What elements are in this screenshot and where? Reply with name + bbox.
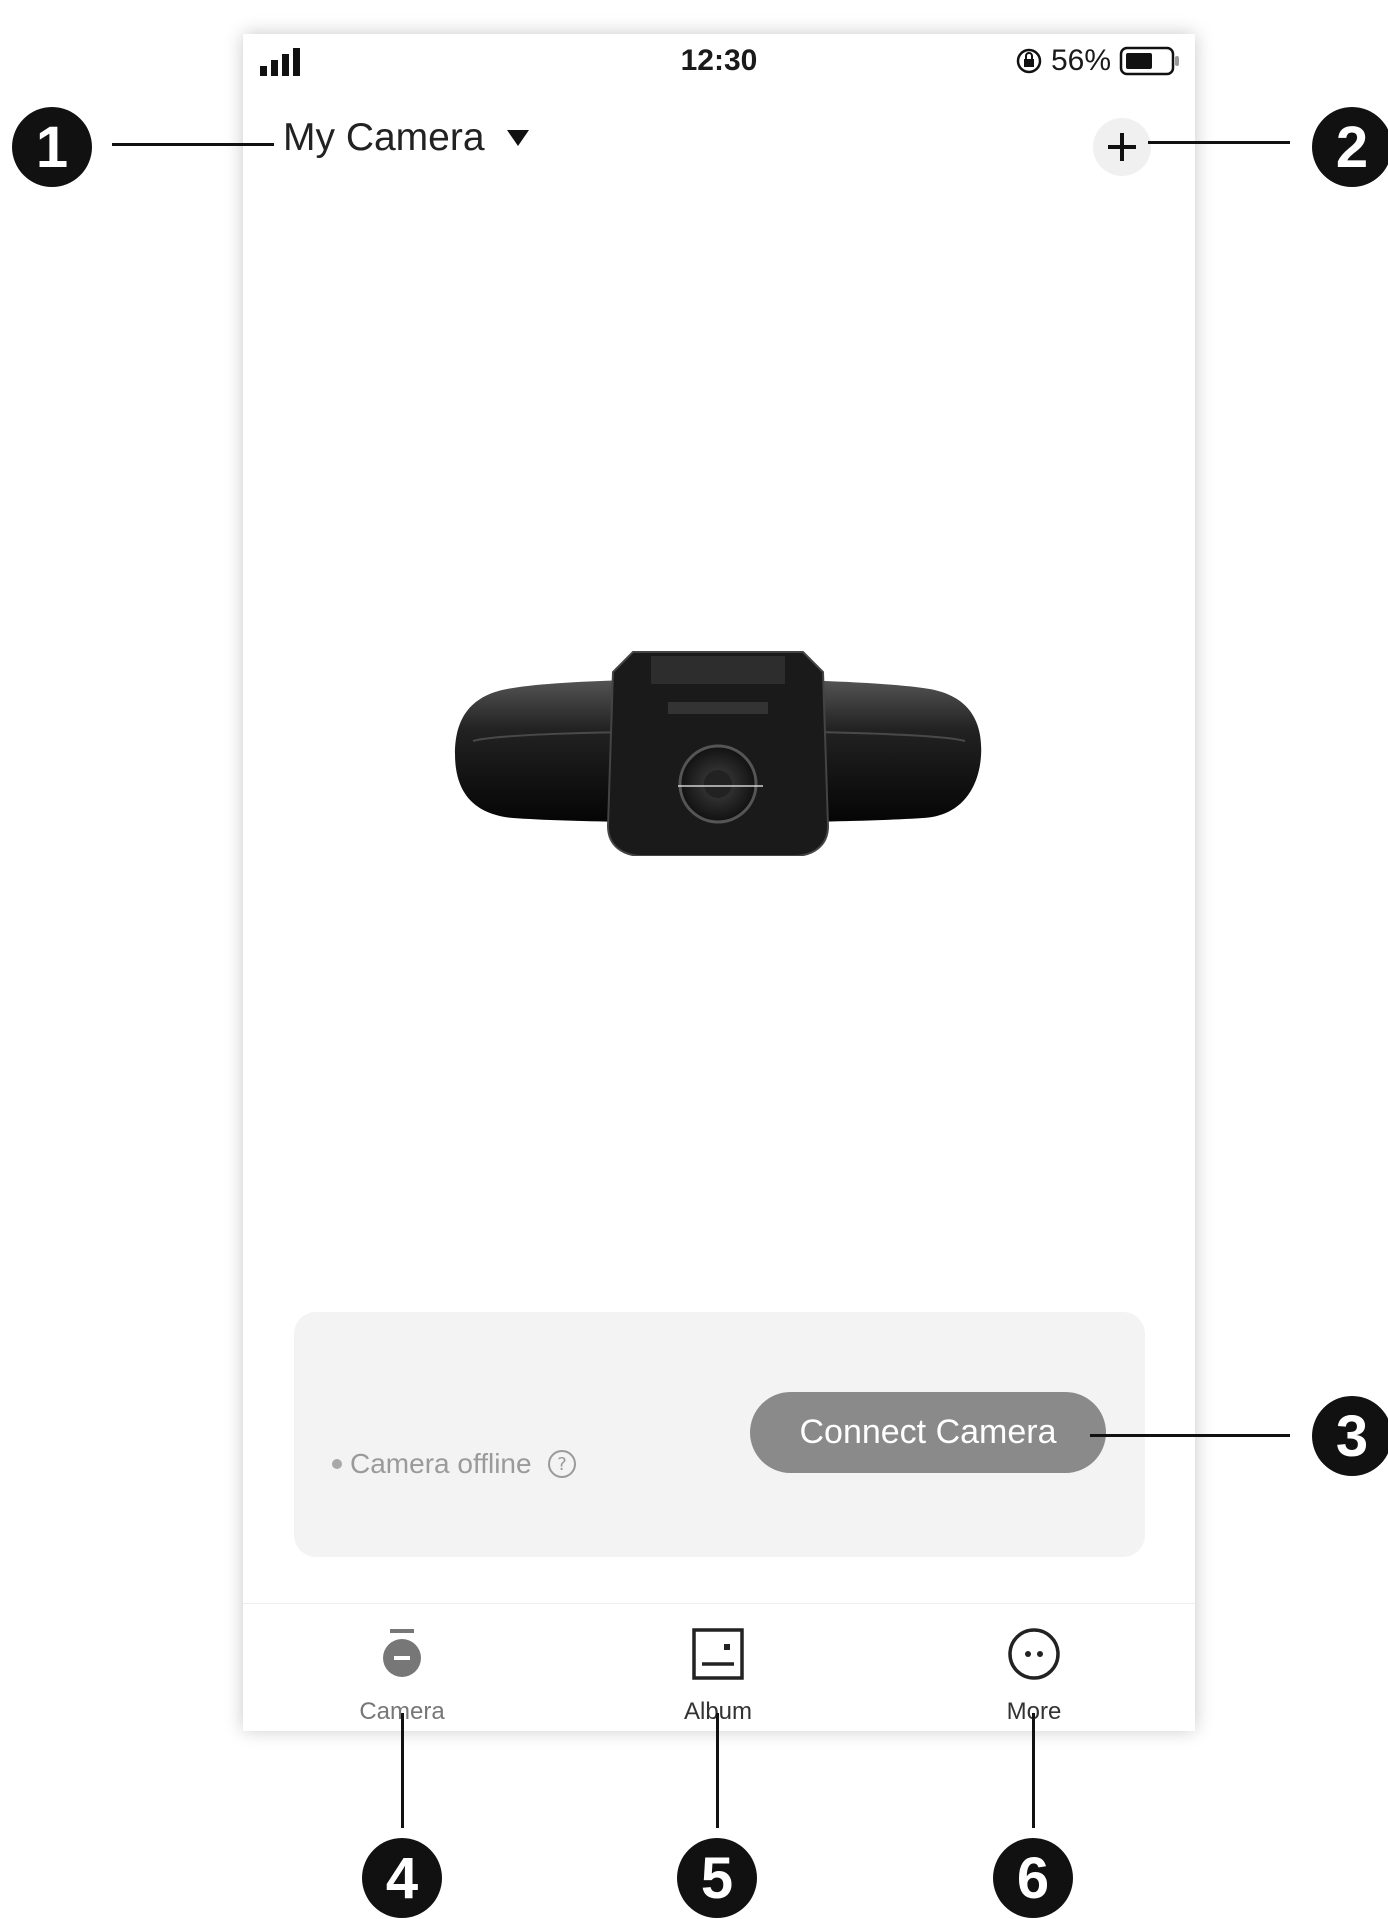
battery-percent: 56% <box>1050 44 1111 77</box>
add-camera-button[interactable] <box>1093 118 1151 176</box>
callout-line <box>401 1713 404 1828</box>
callout-marker: 2 <box>1312 107 1388 187</box>
connect-camera-button[interactable]: Connect Camera <box>750 1392 1106 1473</box>
callout-marker: 5 <box>677 1838 757 1918</box>
callout-line <box>1090 1434 1290 1437</box>
tab-camera[interactable]: Camera <box>302 1604 502 1731</box>
callout-marker: 3 <box>1312 1396 1388 1476</box>
album-icon <box>692 1628 744 1680</box>
help-icon[interactable]: ? <box>546 1448 578 1480</box>
status-right: 56% <box>1015 44 1181 78</box>
page-title: My Camera <box>283 116 485 159</box>
camera-icon <box>383 1629 421 1677</box>
callout-marker: 4 <box>362 1838 442 1918</box>
status-dot <box>332 1459 342 1469</box>
callout-line <box>112 143 274 146</box>
callout-line <box>1032 1713 1035 1828</box>
plus-icon <box>1108 133 1136 161</box>
tab-album[interactable]: Album <box>618 1604 818 1731</box>
camera-status-card: Camera offline ? Connect Camera <box>294 1312 1145 1557</box>
camera-status: Camera offline ? <box>332 1448 578 1480</box>
status-bar: 12:30 56% <box>243 34 1195 94</box>
callout-marker: 6 <box>993 1838 1073 1918</box>
callout-line <box>716 1713 719 1828</box>
callout-line <box>1148 141 1290 144</box>
svg-text:?: ? <box>557 1454 567 1475</box>
battery-icon <box>1119 46 1179 76</box>
tab-bar: Camera Album More <box>243 1603 1195 1731</box>
more-icon <box>1008 1628 1060 1680</box>
camera-selector[interactable]: My Camera <box>283 116 529 160</box>
phone-screen: 12:30 56% My Camera Camera offline ? Con… <box>243 34 1195 1731</box>
dropdown-triangle-icon <box>506 130 529 146</box>
tab-more[interactable]: More <box>934 1604 1134 1731</box>
dashcam-image <box>455 651 982 856</box>
camera-status-text: Camera offline <box>350 1448 532 1479</box>
rotation-lock-icon <box>1016 48 1042 74</box>
callout-marker: 1 <box>12 107 92 187</box>
